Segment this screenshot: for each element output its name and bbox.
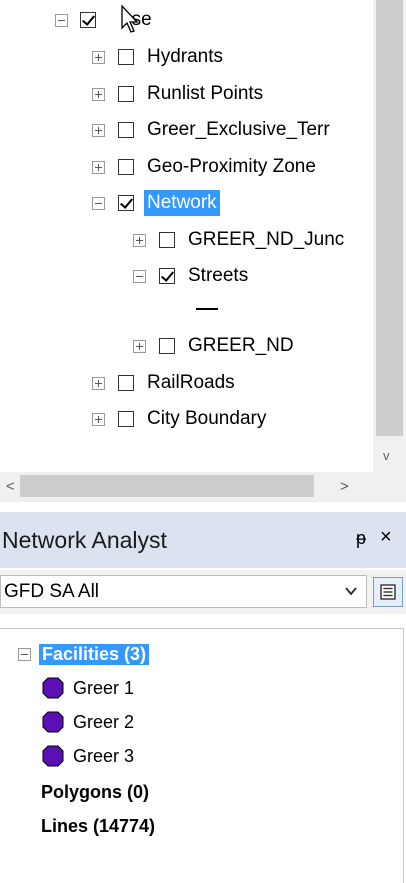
expand-icon[interactable] bbox=[92, 123, 105, 137]
layer-checkbox[interactable] bbox=[118, 411, 134, 427]
mouse-pointer-icon bbox=[121, 5, 139, 33]
facilities-label: Facilities (3) bbox=[39, 643, 150, 665]
layer-checkbox[interactable] bbox=[118, 86, 134, 102]
tree-item-label: GREER_ND bbox=[188, 335, 294, 356]
tree-item-streets[interactable]: Streets bbox=[133, 261, 251, 291]
expand-icon[interactable] bbox=[92, 50, 105, 64]
tree-item-greer-nd-junc[interactable]: GREER_ND_Junc bbox=[133, 225, 347, 255]
layer-checkbox[interactable] bbox=[118, 195, 134, 211]
tree-item-label: Greer_Exclusive_Terr bbox=[147, 119, 330, 140]
table-of-contents-panel: ase Hydrants Runlist Points Greer_Exclus… bbox=[0, 0, 406, 502]
expand-icon[interactable] bbox=[133, 233, 146, 247]
tree-item-label: RailRoads bbox=[147, 372, 235, 393]
layer-checkbox[interactable] bbox=[159, 232, 175, 248]
scroll-down-arrow-icon[interactable]: v bbox=[383, 448, 390, 463]
list-item-facility[interactable]: Greer 1 bbox=[41, 673, 134, 703]
tree-item-label: GREER_ND_Junc bbox=[188, 229, 345, 250]
list-item-facility[interactable]: Greer 2 bbox=[41, 707, 134, 737]
tree-item-label: Runlist Points bbox=[147, 83, 264, 104]
tree-item-railroads[interactable]: RailRoads bbox=[92, 368, 238, 398]
tree-item-label: Network bbox=[144, 190, 220, 216]
scroll-left-arrow-icon[interactable]: < bbox=[6, 478, 15, 495]
tree-item-lines[interactable]: Lines (14774) bbox=[41, 811, 155, 841]
layer-checkbox[interactable] bbox=[159, 268, 175, 284]
collapse-icon[interactable] bbox=[133, 269, 146, 283]
pin-icon[interactable]: ᵽ bbox=[356, 528, 366, 549]
layer-checkbox[interactable] bbox=[159, 338, 175, 354]
tree-item-label: Hydrants bbox=[147, 46, 224, 67]
facility-name: Greer 1 bbox=[73, 677, 135, 698]
tree-item-greer-exclusive-terr[interactable]: Greer_Exclusive_Terr bbox=[92, 115, 333, 145]
tree-item-network[interactable]: Network bbox=[92, 188, 220, 218]
expand-icon[interactable] bbox=[92, 160, 105, 174]
expand-icon[interactable] bbox=[92, 376, 105, 390]
layer-checkbox[interactable] bbox=[118, 159, 134, 175]
tree-item-hydrants[interactable]: Hydrants bbox=[92, 42, 226, 72]
vertical-scrollbar[interactable]: v bbox=[373, 0, 406, 472]
close-icon[interactable]: × bbox=[380, 526, 392, 549]
vertical-scroll-thumb[interactable] bbox=[376, 0, 403, 436]
network-analyst-header: Network Analyst bbox=[0, 512, 406, 568]
polygons-label: Polygons (0) bbox=[41, 781, 150, 802]
layer-checkbox[interactable] bbox=[118, 375, 134, 391]
facility-point-icon bbox=[42, 711, 64, 733]
facility-point-icon bbox=[42, 677, 64, 699]
collapse-icon[interactable] bbox=[55, 13, 68, 27]
expand-icon[interactable] bbox=[133, 339, 146, 353]
expand-icon[interactable] bbox=[92, 412, 105, 426]
list-icon bbox=[380, 584, 396, 600]
line-symbol-swatch bbox=[196, 308, 218, 310]
facility-name: Greer 3 bbox=[73, 745, 135, 766]
tree-item-label: Geo-Proximity Zone bbox=[147, 156, 316, 177]
tree-item-label: City Boundary bbox=[147, 408, 267, 429]
tree-item-greer-nd[interactable]: GREER_ND bbox=[133, 331, 297, 361]
list-item-facility[interactable]: Greer 3 bbox=[41, 741, 134, 771]
dropdown-selected-value: GFD SA All bbox=[4, 580, 100, 602]
collapse-icon[interactable] bbox=[18, 647, 31, 661]
layer-checkbox[interactable] bbox=[118, 122, 134, 138]
expand-icon[interactable] bbox=[92, 87, 105, 101]
facility-name: Greer 2 bbox=[73, 711, 135, 732]
panel-title: Network Analyst bbox=[2, 526, 167, 553]
tree-item-geo-proximity-zone[interactable]: Geo-Proximity Zone bbox=[92, 152, 319, 182]
tree-item-label: Streets bbox=[188, 265, 249, 286]
tree-item-polygons[interactable]: Polygons (0) bbox=[41, 777, 149, 807]
horizontal-scrollbar[interactable]: < > bbox=[0, 472, 373, 502]
layer-checkbox[interactable] bbox=[118, 49, 134, 65]
analysis-layer-dropdown[interactable]: GFD SA All bbox=[0, 575, 367, 608]
tree-item-facilities[interactable]: Facilities (3) bbox=[18, 639, 150, 669]
chevron-down-icon[interactable] bbox=[344, 584, 358, 598]
layer-checkbox[interactable] bbox=[80, 12, 96, 28]
tree-item-runlist-points[interactable]: Runlist Points bbox=[92, 79, 266, 109]
lines-label: Lines (14774) bbox=[41, 815, 156, 836]
horizontal-scroll-thumb[interactable] bbox=[20, 475, 314, 497]
network-analyst-tree: Facilities (3) Greer 1 Greer 2 Greer 3 P… bbox=[0, 628, 404, 883]
facility-point-icon bbox=[42, 745, 64, 767]
collapse-icon[interactable] bbox=[92, 196, 105, 210]
scroll-right-arrow-icon[interactable]: > bbox=[340, 478, 349, 495]
scrollbar-corner bbox=[373, 472, 406, 502]
tree-item-city-boundary[interactable]: City Boundary bbox=[92, 404, 269, 434]
show-window-button[interactable] bbox=[373, 577, 403, 607]
network-analyst-toolbar: GFD SA All bbox=[0, 570, 406, 614]
